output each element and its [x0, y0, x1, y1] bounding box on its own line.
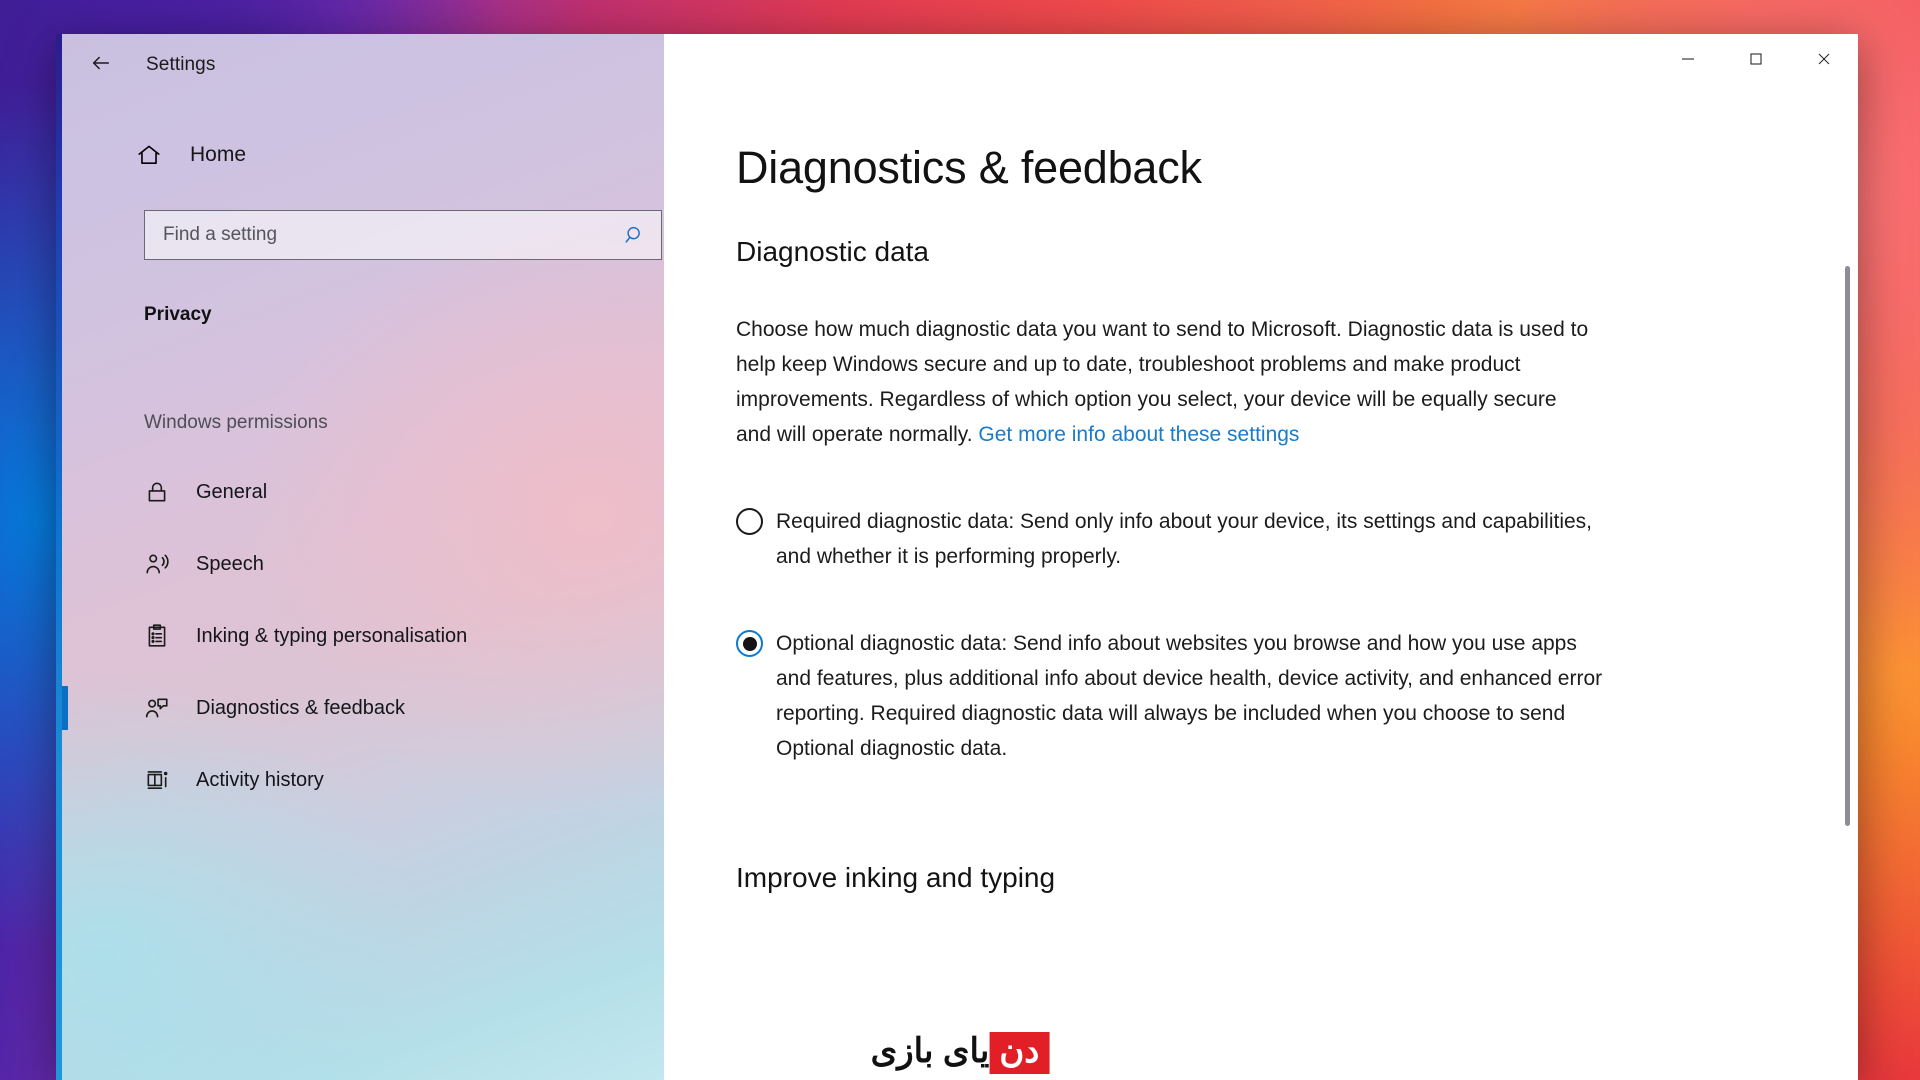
maximize-icon: [1748, 51, 1764, 72]
sidebar-nav-list: General Speech Inking & typing personali…: [56, 456, 664, 816]
home-icon: [136, 142, 168, 168]
search-box[interactable]: [144, 210, 662, 260]
sidebar-item-inking-typing-label: Inking & typing personalisation: [196, 624, 468, 647]
settings-window: Settings Home Find a setting Privacy Win…: [56, 34, 1858, 1080]
sidebar-item-speech-label: Speech: [196, 552, 264, 575]
watermark-text: یای بازی: [870, 1032, 990, 1070]
lock-icon: [144, 479, 174, 505]
sidebar-item-general-label: General: [196, 480, 268, 503]
sidebar-item-home-label: Home: [190, 143, 247, 166]
radio-selected-circle[interactable]: [736, 630, 763, 657]
maximize-button[interactable]: [1722, 34, 1790, 88]
page-title: Diagnostics & feedback: [736, 142, 1202, 193]
radio-option-optional-label: Optional diagnostic data: Send info abou…: [776, 632, 1603, 760]
watermark: دن یای بازی: [871, 1032, 1050, 1074]
radio-optional-mark[interactable]: [736, 630, 776, 660]
section-heading-diagnostic-data: Diagnostic data: [736, 236, 930, 267]
radio-required-mark[interactable]: [736, 508, 776, 538]
sidebar-item-diagnostics-feedback-label: Diagnostics & feedback: [196, 696, 406, 719]
minimize-icon: [1680, 51, 1696, 72]
radio-option-required[interactable]: Required diagnostic data: Send only info…: [736, 504, 1616, 574]
window-titlebar[interactable]: Settings: [56, 34, 664, 96]
section-heading-improve-inking-typing: Improve inking and typing: [736, 862, 1056, 893]
radio-unselected-circle[interactable]: [736, 508, 763, 535]
clipboard-list-icon: [144, 623, 174, 649]
sidebar-item-diagnostics-feedback[interactable]: Diagnostics & feedback: [56, 672, 664, 744]
sidebar-category-heading: Privacy: [144, 304, 212, 325]
intro-paragraph: Choose how much diagnostic data you want…: [736, 312, 1596, 452]
back-button[interactable]: [74, 43, 128, 87]
window-controls: [1654, 34, 1858, 96]
minimize-button[interactable]: [1654, 34, 1722, 88]
watermark-badge: دن: [989, 1032, 1050, 1074]
settings-content-pane: Diagnostics & feedback Diagnostic data C…: [664, 34, 1858, 1080]
sidebar-item-inking-typing[interactable]: Inking & typing personalisation: [56, 600, 664, 672]
back-arrow-icon: [90, 52, 112, 79]
sidebar-item-home[interactable]: Home: [56, 130, 664, 180]
sidebar-item-activity-history-label: Activity history: [196, 768, 324, 791]
sidebar-item-general[interactable]: General: [56, 456, 664, 528]
activity-history-icon: [144, 767, 174, 793]
sidebar-item-speech[interactable]: Speech: [56, 528, 664, 600]
speech-person-icon: [144, 551, 174, 577]
search-icon[interactable]: [619, 224, 651, 246]
sidebar-item-activity-history[interactable]: Activity history: [56, 744, 664, 816]
app-title: Settings: [146, 54, 216, 75]
search-input[interactable]: [163, 224, 619, 246]
content-inner: Diagnostics & feedback Diagnostic data C…: [664, 34, 1858, 894]
content-scrollbar-thumb[interactable]: [1845, 266, 1850, 826]
close-button[interactable]: [1790, 34, 1858, 88]
person-feedback-icon: [144, 695, 174, 721]
settings-sidebar: Settings Home Find a setting Privacy Win…: [56, 34, 664, 1080]
radio-option-required-label: Required diagnostic data: Send only info…: [776, 510, 1593, 568]
desktop-wallpaper: Settings Home Find a setting Privacy Win…: [0, 0, 1920, 1080]
get-more-info-link[interactable]: Get more info about these settings: [978, 423, 1299, 446]
sidebar-group-label: Windows permissions: [144, 412, 328, 433]
radio-option-optional[interactable]: Optional diagnostic data: Send info abou…: [736, 626, 1616, 766]
close-icon: [1816, 51, 1832, 72]
